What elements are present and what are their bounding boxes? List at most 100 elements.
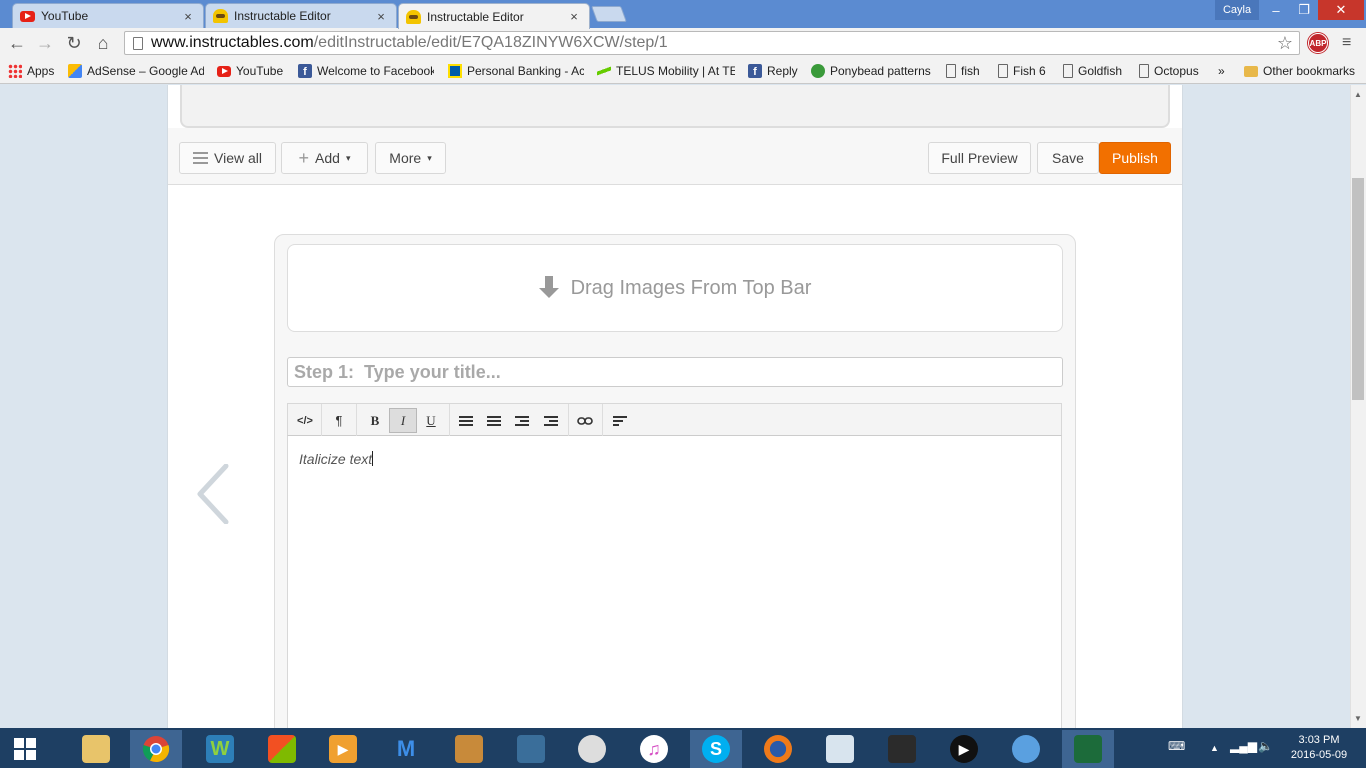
bullet-list-button[interactable] [452, 408, 480, 433]
instructables-icon [212, 9, 228, 23]
maximize-button[interactable]: ❐ [1290, 0, 1318, 20]
bookmark-star-icon[interactable]: ☆ [1277, 33, 1293, 54]
bold-button[interactable]: B [361, 408, 389, 433]
back-button[interactable]: ← [6, 32, 28, 54]
alignment-button[interactable] [606, 408, 634, 433]
step-title-input[interactable] [287, 357, 1063, 387]
w-app-icon: W [206, 735, 234, 763]
taskbar-firefox[interactable] [752, 730, 804, 768]
taskbar-app-film[interactable] [505, 730, 557, 768]
scroll-down-arrow-icon[interactable]: ▼ [1354, 714, 1362, 723]
system-clock[interactable]: 3:03 PM 2016-05-09 [1284, 733, 1354, 763]
taskbar-chrome[interactable] [130, 730, 182, 768]
new-tab-button[interactable] [591, 6, 627, 22]
webcam-icon [888, 735, 916, 763]
chevron-down-icon: ▾ [345, 152, 351, 163]
network-icon[interactable]: ▂▄▆ [1230, 739, 1257, 753]
bookmark-label: fish [961, 64, 980, 78]
bookmark-fish-6[interactable]: Fish 6 [998, 63, 1052, 79]
volume-icon[interactable]: 🔈 [1258, 739, 1273, 753]
bookmark-octopus[interactable]: Octopus [1139, 63, 1205, 79]
taskbar-app-video[interactable]: ▶ [317, 730, 369, 768]
save-button[interactable]: Save [1037, 142, 1099, 174]
taskbar-safari[interactable] [1000, 730, 1052, 768]
malwarebytes-icon: M [396, 736, 416, 761]
publish-button[interactable]: Publish [1099, 142, 1171, 174]
bookmark-facebook[interactable]: f Welcome to Facebook [298, 63, 434, 79]
image-tray-panel [180, 85, 1170, 128]
reload-button[interactable]: ↻ [63, 32, 85, 54]
bookmark-youtube[interactable]: YouTube [217, 63, 289, 79]
chevron-down-icon: ▾ [427, 152, 432, 163]
outdent-button[interactable] [508, 408, 536, 433]
bookmark-reply[interactable]: f Reply [748, 63, 802, 79]
tab-youtube[interactable]: YouTube × [12, 3, 204, 28]
html-code-button[interactable]: </> [291, 408, 319, 433]
bookmark-apps[interactable]: Apps [8, 63, 58, 79]
bookmark-ponybead[interactable]: Ponybead patterns [811, 63, 935, 79]
indent-button[interactable] [537, 408, 565, 433]
taskbar-skype[interactable]: S [690, 730, 742, 768]
body-text-content: Italicize text [299, 451, 373, 467]
bookmarks-overflow-button[interactable]: » [1218, 63, 1232, 79]
tab-instructable-editor-active[interactable]: Instructable Editor × [398, 3, 590, 29]
page-icon [1139, 64, 1149, 78]
tab-instructable-editor[interactable]: Instructable Editor × [205, 3, 397, 28]
previous-step-arrow-icon[interactable] [196, 464, 230, 524]
taskbar-app-w[interactable]: W [194, 730, 246, 768]
url-path: /editInstructable/edit/E7QA18ZINYW6XCW/s… [313, 34, 668, 51]
taskbar-file-explorer[interactable] [70, 730, 122, 768]
facebook-icon: f [298, 64, 312, 78]
scrollbar-thumb[interactable] [1352, 178, 1364, 400]
adblock-plus-icon[interactable]: ABP [1308, 33, 1328, 53]
paragraph-format-button[interactable]: ¶ [325, 408, 353, 433]
close-icon[interactable]: × [181, 9, 195, 24]
taskbar-app-webcam[interactable] [876, 730, 928, 768]
minimize-button[interactable]: – [1262, 0, 1290, 20]
taskbar-malwarebytes[interactable]: M [380, 730, 432, 768]
bank-icon [455, 735, 483, 763]
underline-button[interactable]: U [417, 408, 445, 433]
taskbar-app-eye[interactable] [566, 730, 618, 768]
italic-button[interactable]: I [389, 408, 417, 433]
address-bar[interactable]: www.instructables.com/editInstructable/e… [124, 31, 1300, 55]
profile-button[interactable]: Cayla [1215, 0, 1259, 20]
window-close-button[interactable]: ✕ [1318, 0, 1364, 20]
video-player-icon: ▶ [329, 735, 357, 763]
clock-time: 3:03 PM [1298, 734, 1340, 746]
close-icon[interactable]: × [374, 9, 388, 24]
full-preview-button[interactable]: Full Preview [928, 142, 1031, 174]
taskbar-itunes[interactable]: ♫ [628, 730, 680, 768]
taskbar-app-media[interactable]: ▶ [938, 730, 990, 768]
step-body-editor[interactable]: Italicize text [287, 436, 1062, 736]
bookmark-personal-banking[interactable]: Personal Banking - Ac [448, 63, 584, 79]
keyboard-icon[interactable]: ⌨ [1168, 739, 1185, 753]
taskbar-app-monitor[interactable] [814, 730, 866, 768]
firefox-icon [764, 735, 792, 763]
taskbar-app-office[interactable] [256, 730, 308, 768]
insert-link-button[interactable] [571, 408, 599, 433]
bookmark-label: AdSense – Google Ad [87, 64, 204, 78]
tray-overflow-icon[interactable]: ▲ [1210, 743, 1219, 753]
rich-text-toolbar: </> ¶ B I U [287, 403, 1062, 436]
start-button[interactable] [0, 730, 50, 768]
taskbar-solitaire[interactable] [1062, 730, 1114, 768]
bookmark-telus[interactable]: TELUS Mobility | At TE [597, 63, 735, 79]
safari-icon [1012, 735, 1040, 763]
other-bookmarks[interactable]: Other bookmarks [1244, 63, 1362, 79]
view-all-button[interactable]: View all [179, 142, 276, 174]
tab-title: Instructable Editor [234, 9, 331, 23]
bookmark-fish[interactable]: fish [946, 63, 990, 79]
forward-button[interactable]: → [34, 32, 56, 54]
image-drop-zone[interactable]: Drag Images From Top Bar [287, 244, 1063, 332]
scroll-up-arrow-icon[interactable]: ▲ [1354, 90, 1362, 99]
bookmark-adsense[interactable]: AdSense – Google Ad [68, 63, 204, 79]
chrome-menu-icon[interactable]: ≡ [1342, 34, 1351, 52]
numbered-list-button[interactable] [480, 408, 508, 433]
bookmark-goldfish[interactable]: Goldfish [1063, 63, 1129, 79]
add-button[interactable]: + Add ▾ [281, 142, 368, 174]
home-button[interactable]: ⌂ [92, 32, 114, 54]
taskbar-app-bank[interactable] [443, 730, 495, 768]
more-button[interactable]: More ▾ [375, 142, 446, 174]
close-icon[interactable]: × [567, 9, 581, 24]
